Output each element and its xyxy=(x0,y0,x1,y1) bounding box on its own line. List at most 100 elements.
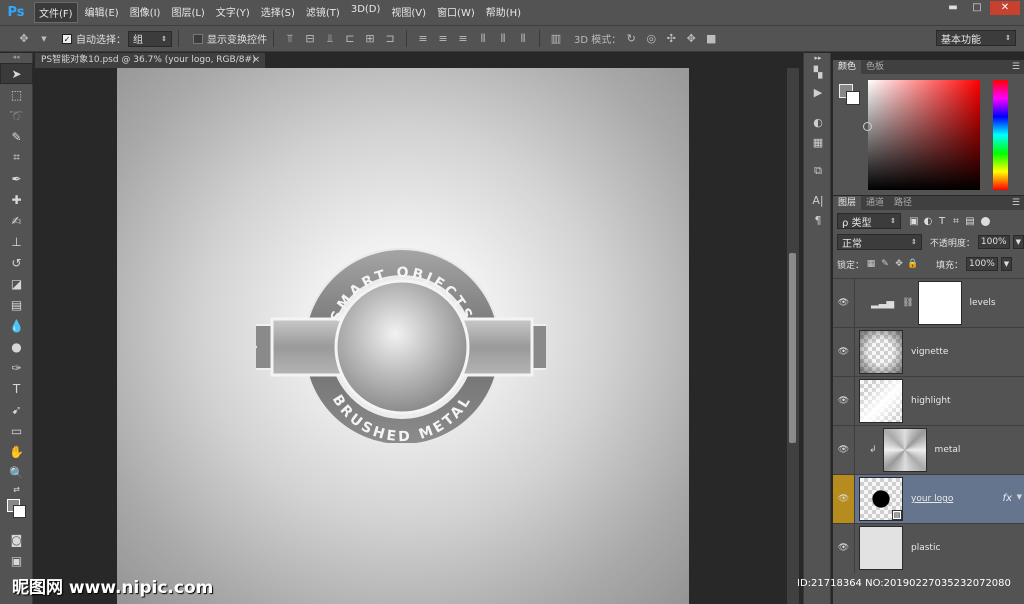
history-brush-icon[interactable]: ↺ xyxy=(0,252,33,273)
tab-paths[interactable]: 路径 xyxy=(889,196,917,210)
type-tool-icon[interactable]: T xyxy=(0,378,33,399)
filter-smart-object-icon[interactable]: ▤ xyxy=(963,216,977,227)
visibility-eye-icon[interactable]: 👁 xyxy=(833,474,855,524)
filter-toggle[interactable] xyxy=(981,216,990,226)
blur-tool-icon[interactable]: 💧 xyxy=(0,315,33,336)
tool-preset-arrow-icon[interactable]: ▼ xyxy=(38,35,50,43)
eyedropper-tool-icon[interactable]: ✒ xyxy=(0,168,33,189)
layer-mask-link-icon[interactable]: ⛓ xyxy=(902,298,913,308)
auto-select-dropdown[interactable]: 组 ⇕ xyxy=(128,30,172,47)
distribute-left-icon[interactable]: ⦀ xyxy=(477,32,489,46)
fill-slider-arrow-icon[interactable]: ▼ xyxy=(1000,257,1013,271)
document-canvas[interactable]: SMART OBJECTS BRUSHED METAL xyxy=(117,68,689,604)
panel-menu-icon[interactable]: ☰ xyxy=(1012,62,1020,72)
actions-panel-icon[interactable]: ▶ xyxy=(804,83,832,103)
move-tool-icon[interactable]: ✥ xyxy=(18,32,30,45)
layer-thumbnail[interactable] xyxy=(859,526,903,570)
visibility-eye-icon[interactable]: 👁 xyxy=(833,376,855,426)
align-bottom-icon[interactable]: ⫫ xyxy=(324,32,336,46)
tab-swatches[interactable]: 色板 xyxy=(861,60,889,74)
filter-type-icon[interactable]: T xyxy=(935,216,949,227)
background-color-swatch[interactable] xyxy=(846,91,860,105)
move-tool-icon[interactable]: ➤ xyxy=(0,63,33,84)
visibility-eye-icon[interactable]: 👁 xyxy=(833,523,855,573)
menu-select[interactable]: 选择(S) xyxy=(257,2,299,23)
zoom-tool-icon[interactable]: 🔍 xyxy=(0,462,33,483)
menu-view[interactable]: 视图(V) xyxy=(387,2,430,23)
align-vcenter-icon[interactable]: ⊟ xyxy=(304,32,316,45)
expand-effects-icon[interactable]: ▼ xyxy=(1017,493,1022,501)
close-button[interactable]: ✕ xyxy=(990,1,1020,15)
menu-filter[interactable]: 滤镜(T) xyxy=(302,2,344,23)
layer-row[interactable]: 👁 ↲ metal xyxy=(833,425,1024,475)
distribute-right-icon[interactable]: ⦀ xyxy=(517,32,529,46)
screen-mode-icon[interactable]: ▣ xyxy=(0,550,33,571)
clone-stamp-icon[interactable]: ⊥ xyxy=(0,231,33,252)
layer-name[interactable]: your logo xyxy=(911,494,953,504)
lock-transparent-icon[interactable]: ▦ xyxy=(864,259,878,269)
clone-source-icon[interactable]: ⧉ xyxy=(804,161,832,181)
tab-channels[interactable]: 通道 xyxy=(861,196,889,210)
show-transform-checkbox[interactable] xyxy=(193,33,203,44)
menu-window[interactable]: 窗口(W) xyxy=(433,2,479,23)
gradient-tool-icon[interactable]: ▤ xyxy=(0,294,33,315)
layer-row[interactable]: 👁 highlight xyxy=(833,376,1024,426)
tab-color[interactable]: 颜色 xyxy=(833,60,862,74)
close-tab-icon[interactable]: × xyxy=(252,53,260,68)
quick-select-tool-icon[interactable]: ✎ xyxy=(0,126,33,147)
layer-row-selected[interactable]: 👁 ▤ your logo fx ▼ xyxy=(833,474,1024,524)
auto-select-checkbox[interactable]: ✓ xyxy=(62,33,72,44)
tab-layers[interactable]: 图层 xyxy=(833,196,862,210)
hue-slider[interactable] xyxy=(993,80,1008,190)
layer-name[interactable]: vignette xyxy=(911,347,948,357)
layer-name[interactable]: highlight xyxy=(911,396,951,406)
healing-brush-icon[interactable]: ✚ xyxy=(0,189,33,210)
color-picker-cursor[interactable] xyxy=(863,122,872,131)
path-select-icon[interactable]: ➹ xyxy=(0,399,33,420)
layer-name[interactable]: plastic xyxy=(911,543,940,553)
lock-image-icon[interactable]: ✎ xyxy=(878,259,892,269)
vertical-scrollbar[interactable] xyxy=(787,68,799,604)
visibility-eye-icon[interactable]: 👁 xyxy=(833,327,855,377)
layer-name[interactable]: metal xyxy=(935,445,961,455)
hand-tool-icon[interactable]: ✋ xyxy=(0,441,33,462)
menu-help[interactable]: 帮助(H) xyxy=(482,2,525,23)
lock-all-icon[interactable]: 🔒 xyxy=(906,259,920,269)
workspace-dropdown[interactable]: 基本功能 ⇕ xyxy=(936,30,1016,46)
scrollbar-thumb[interactable] xyxy=(789,253,796,443)
align-right-icon[interactable]: ⊐ xyxy=(384,32,396,45)
shape-tool-icon[interactable]: ▭ xyxy=(0,420,33,441)
smart-object-thumbnail[interactable]: ▤ xyxy=(859,477,903,521)
align-top-icon[interactable]: ⫪ xyxy=(284,32,296,46)
roll-3d-icon[interactable]: ◎ xyxy=(645,32,657,45)
filter-adjustment-icon[interactable]: ◐ xyxy=(921,216,935,227)
canvas-area[interactable]: SMART OBJECTS BRUSHED METAL xyxy=(35,68,800,604)
panel-menu-icon[interactable]: ☰ xyxy=(1012,198,1020,208)
visibility-eye-icon[interactable]: 👁 xyxy=(833,425,855,475)
menu-layer[interactable]: 图层(L) xyxy=(167,2,208,23)
dodge-tool-icon[interactable]: ● xyxy=(0,336,33,357)
distribute-vcenter-icon[interactable]: ≡ xyxy=(437,32,449,45)
align-hcenter-icon[interactable]: ⊞ xyxy=(364,32,376,45)
drag-3d-icon[interactable]: ✣ xyxy=(665,32,677,45)
background-color-swatch[interactable] xyxy=(13,505,26,518)
panel-collapse-icon[interactable]: ▸▸ xyxy=(804,53,832,63)
pen-tool-icon[interactable]: ✑ xyxy=(0,357,33,378)
brush-tool-icon[interactable]: ✍ xyxy=(0,210,33,231)
opacity-input[interactable]: 100% xyxy=(977,235,1010,249)
history-panel-icon[interactable]: ▚ xyxy=(804,63,832,83)
panel-collapse-icon[interactable]: ◂◂ xyxy=(0,53,32,63)
distribute-bottom-icon[interactable]: ≡ xyxy=(457,32,469,45)
layer-row[interactable]: 👁 vignette xyxy=(833,327,1024,377)
visibility-eye-icon[interactable]: 👁 xyxy=(833,278,855,328)
eraser-tool-icon[interactable]: ◪ xyxy=(0,273,33,294)
distribute-top-icon[interactable]: ≡ xyxy=(417,32,429,45)
menu-image[interactable]: 图像(I) xyxy=(126,2,165,23)
scale-3d-icon[interactable]: ■ xyxy=(705,32,717,45)
filter-pixel-icon[interactable]: ▣ xyxy=(907,216,921,227)
menu-3d[interactable]: 3D(D) xyxy=(347,2,385,23)
rotate-3d-icon[interactable]: ↻ xyxy=(625,32,637,45)
character-panel-icon[interactable]: A| xyxy=(804,191,832,211)
minimize-button[interactable]: ▬ xyxy=(942,1,964,15)
layer-mask-thumbnail[interactable] xyxy=(917,281,962,325)
